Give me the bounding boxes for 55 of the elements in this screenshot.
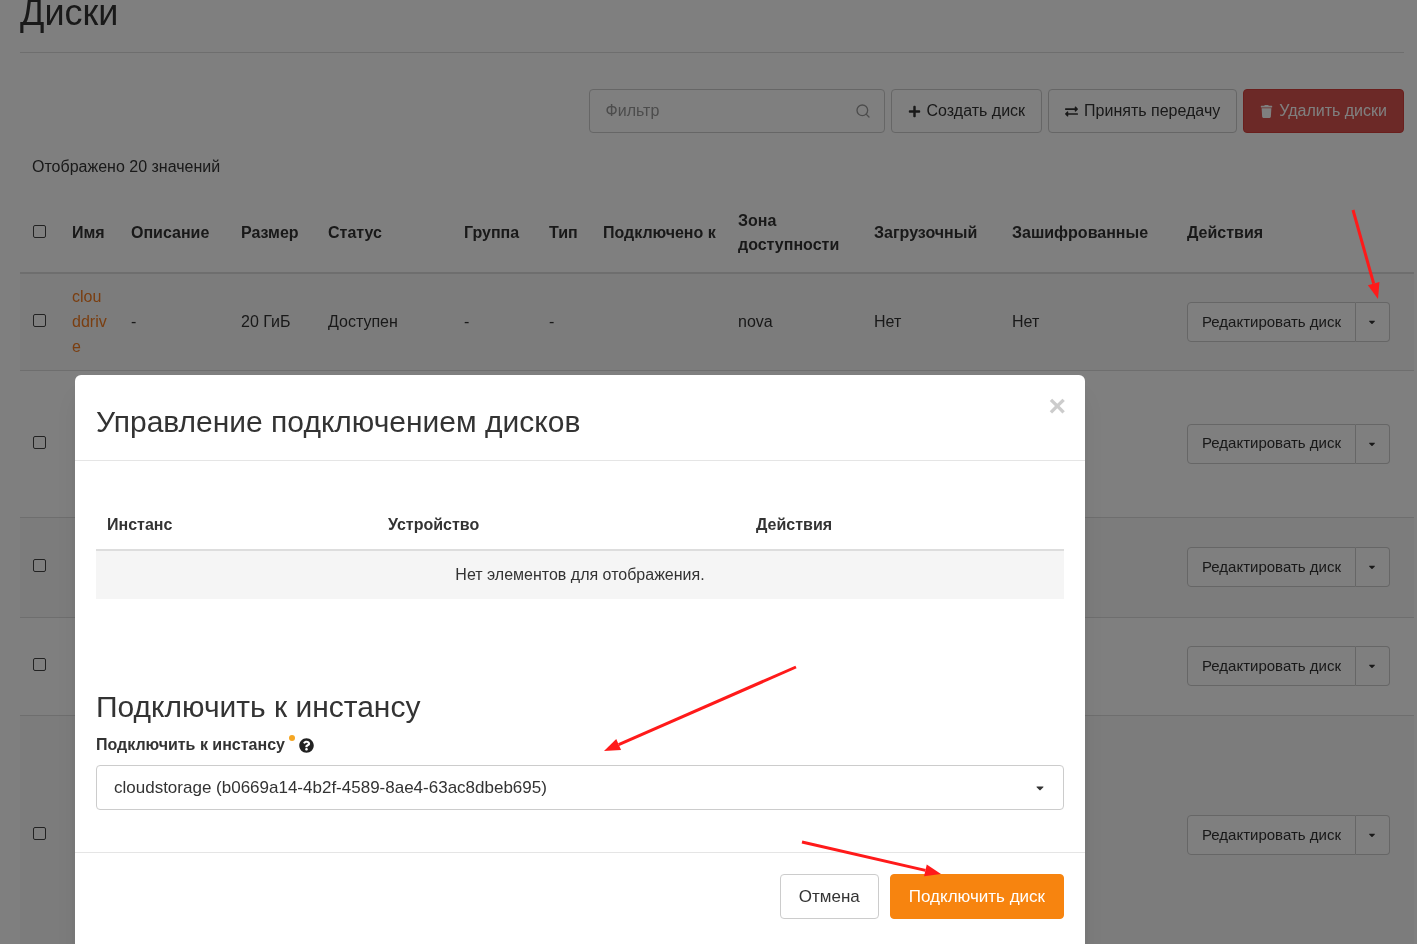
section-title: Подключить к инстансу [96, 689, 422, 725]
checkbox[interactable] [33, 827, 46, 840]
column-header: Группа [464, 223, 520, 241]
column-header: Зашифрованные [1012, 223, 1149, 241]
column-header: Действия [756, 515, 834, 535]
column-header: Размер [241, 223, 299, 241]
dropdown-toggle-button[interactable] [1356, 815, 1390, 855]
column-header: Тип [549, 223, 578, 241]
edit-disk-button[interactable]: Редактировать диск [1187, 547, 1356, 587]
table-cell: Нет [1012, 312, 1040, 330]
help-icon [298, 737, 314, 753]
column-header: Загрузочный [874, 223, 978, 241]
column-header: Статус [328, 223, 382, 241]
table-cell: 20 ГиБ [241, 312, 291, 330]
field-label: Подключить к инстансу [96, 735, 285, 755]
column-header: Устройство [388, 515, 481, 535]
trash-icon [1260, 104, 1274, 118]
column-header: Инстанс [107, 515, 174, 535]
modal-title: Управление подключением дисков [96, 404, 581, 440]
column-header: Описание [131, 223, 210, 241]
edit-disk-button[interactable]: Редактировать диск [1187, 815, 1356, 855]
cancel-button[interactable]: Отмена [779, 874, 879, 919]
edit-disk-button[interactable]: Редактировать диск [1187, 423, 1356, 464]
empty-message: Нет элементов для отображения. [455, 565, 705, 585]
column-header: Имя [72, 223, 105, 241]
checkbox[interactable] [33, 224, 46, 238]
edit-disk-button[interactable]: Редактировать диск [1187, 301, 1356, 342]
dropdown-toggle-button[interactable] [1356, 423, 1390, 464]
checkbox[interactable] [33, 559, 46, 572]
instance-select[interactable]: cloudstorage (b0669a14-4b2f-4589-8ae4-63ac8dbeb695) [96, 765, 1064, 810]
table-cell: - [464, 312, 470, 330]
item-count: Отображено 20 значений [32, 157, 221, 177]
transfer-button[interactable]: Принять передачу [1048, 89, 1238, 133]
dropdown-toggle-button[interactable] [1356, 646, 1390, 686]
table-cell: - [549, 312, 555, 330]
dropdown-toggle-button[interactable] [1356, 547, 1390, 587]
column-header: Действия [1187, 223, 1264, 241]
search-icon [854, 103, 871, 119]
table-cell: Нет [874, 312, 902, 330]
column-header: Подключено к [603, 223, 716, 241]
attach-disk-button[interactable]: Подключить диск [889, 874, 1064, 919]
table-cell: - [131, 312, 137, 330]
create-button[interactable]: Создать диск [890, 89, 1043, 133]
checkbox[interactable] [33, 435, 46, 449]
delete-button[interactable]: Удалить диски [1243, 89, 1404, 133]
table-cell: Доступен [328, 312, 398, 330]
table-cell: nova [738, 312, 773, 330]
checkbox[interactable] [33, 658, 46, 671]
column-header: Зона доступности [738, 211, 840, 253]
plus-icon [907, 104, 921, 118]
swap-arrows-icon [1065, 104, 1079, 118]
dropdown-toggle-button[interactable] [1356, 301, 1390, 342]
page-title: Диски [20, 0, 119, 31]
edit-disk-button[interactable]: Редактировать диск [1187, 646, 1356, 686]
checkbox[interactable] [33, 313, 46, 327]
